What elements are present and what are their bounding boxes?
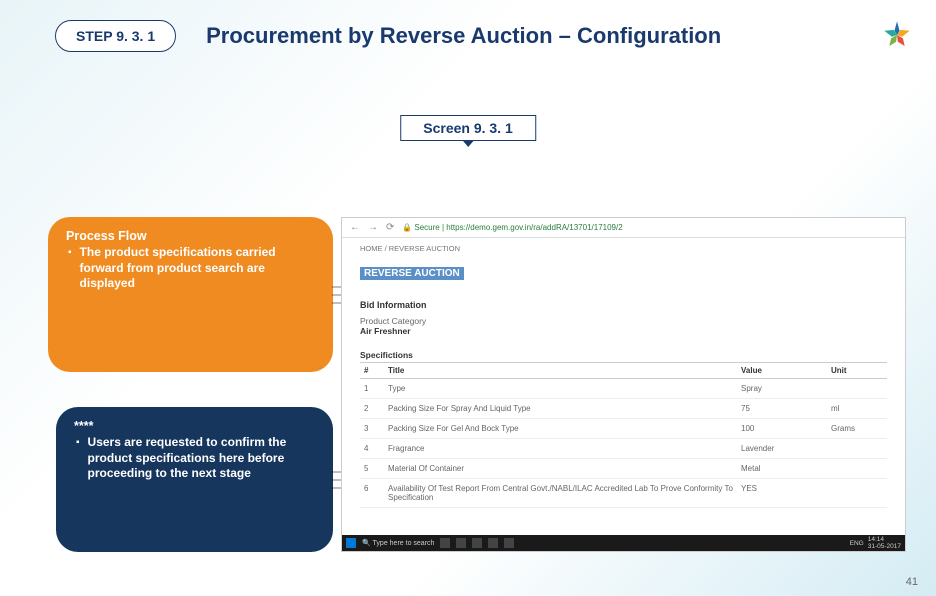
specifications-heading: Specifictions <box>360 350 887 363</box>
screen-label: Screen 9. 3. 1 <box>400 115 536 141</box>
reverse-auction-heading: REVERSE AUCTION <box>360 267 464 280</box>
taskbar: 🔍 Type here to search ENG 14:1431-05-201… <box>342 535 905 551</box>
table-row: 1TypeSpray <box>360 379 887 399</box>
process-flow-heading: Process Flow <box>66 229 315 243</box>
logo-star-icon <box>880 18 914 52</box>
address-bar[interactable]: 🔒Secure | https://demo.gem.gov.in/ra/add… <box>402 223 622 232</box>
windows-start-icon[interactable] <box>346 538 356 548</box>
breadcrumb: HOME / REVERSE AUCTION <box>360 244 887 253</box>
table-row: 4FragranceLavender <box>360 439 887 459</box>
note-stars: **** <box>74 419 315 433</box>
taskbar-app-icon[interactable] <box>456 538 466 548</box>
spec-table: # Title Value Unit 1TypeSpray2Packing Si… <box>360 363 887 508</box>
table-row: 3Packing Size For Gel And Bock Type100Gr… <box>360 419 887 439</box>
embedded-screenshot: ← → ⟳ 🔒Secure | https://demo.gem.gov.in/… <box>341 217 906 552</box>
bid-info-heading: Bid Information <box>360 300 887 310</box>
taskbar-app-icon[interactable] <box>440 538 450 548</box>
page-title: Procurement by Reverse Auction – Configu… <box>206 23 721 49</box>
step-badge: STEP 9. 3. 1 <box>55 20 176 52</box>
table-row: 2Packing Size For Spray And Liquid Type7… <box>360 399 887 419</box>
tray-time: 14:1431-05-2017 <box>868 536 901 550</box>
col-unit: Unit <box>827 363 887 379</box>
reload-icon[interactable]: ⟳ <box>386 222 394 233</box>
tray-lang: ENG <box>850 540 864 547</box>
taskbar-app-icon[interactable] <box>488 538 498 548</box>
taskbar-search[interactable]: 🔍 Type here to search <box>362 539 434 547</box>
process-flow-card: Process Flow The product specifications … <box>48 217 333 372</box>
taskbar-app-icon[interactable] <box>504 538 514 548</box>
col-num: # <box>360 363 384 379</box>
table-row: 6Availability Of Test Report From Centra… <box>360 479 887 508</box>
note-card: **** Users are requested to confirm the … <box>56 407 333 552</box>
table-row: 5Material Of ContainerMetal <box>360 459 887 479</box>
browser-toolbar: ← → ⟳ 🔒Secure | https://demo.gem.gov.in/… <box>342 218 905 238</box>
lock-icon: 🔒 <box>402 223 412 232</box>
page-number: 41 <box>906 576 918 588</box>
product-category-value: Air Freshner <box>360 326 887 336</box>
forward-icon[interactable]: → <box>368 222 378 233</box>
note-item: Users are requested to confirm the produ… <box>76 435 315 482</box>
col-title: Title <box>384 363 737 379</box>
process-flow-item: The product specifications carried forwa… <box>68 245 315 292</box>
back-icon[interactable]: ← <box>350 222 360 233</box>
product-category-label: Product Category <box>360 316 887 326</box>
taskbar-app-icon[interactable] <box>472 538 482 548</box>
col-value: Value <box>737 363 827 379</box>
